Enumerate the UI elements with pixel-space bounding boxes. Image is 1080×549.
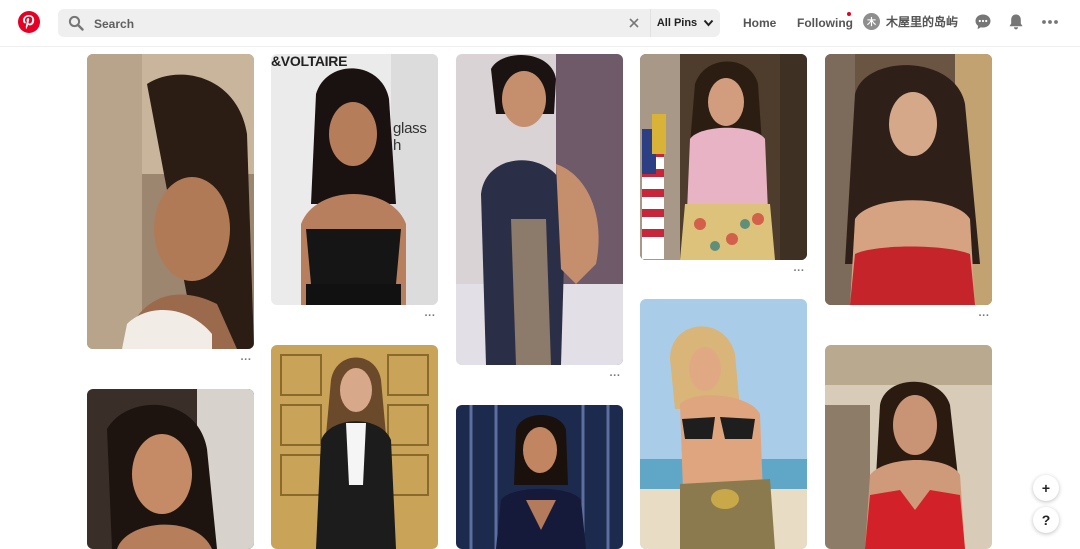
bell-icon[interactable] xyxy=(1007,13,1025,31)
close-icon[interactable] xyxy=(628,17,640,29)
pin-image[interactable] xyxy=(640,54,807,260)
pin-more-button[interactable]: ··· xyxy=(792,266,806,277)
portrait-photo xyxy=(87,54,254,349)
search-icon xyxy=(68,15,84,31)
photo-overlay-text: &VOLTAIRE xyxy=(271,54,348,69)
pin-image[interactable] xyxy=(456,405,623,549)
pin-image[interactable] xyxy=(640,299,807,549)
pinterest-logo-icon[interactable] xyxy=(18,11,40,33)
pin-image[interactable]: &VOLTAIRE glass h xyxy=(271,54,438,305)
scope-label: All Pins xyxy=(656,17,698,29)
more-icon[interactable] xyxy=(1041,13,1059,31)
chevron-down-icon xyxy=(703,19,714,27)
portrait-photo xyxy=(640,299,807,549)
profile-name: 木屋里的岛屿 xyxy=(886,15,959,29)
top-header: All Pins Home Following 木 木屋里的岛屿 xyxy=(0,0,1080,46)
avatar: 木 xyxy=(863,13,880,30)
portrait-photo xyxy=(640,54,807,260)
pin-image[interactable] xyxy=(825,345,992,549)
pin-image[interactable] xyxy=(271,345,438,549)
message-icon[interactable] xyxy=(974,13,992,31)
pin-more-button[interactable]: ··· xyxy=(608,371,622,382)
portrait-photo xyxy=(825,345,992,549)
pin-image[interactable] xyxy=(825,54,992,305)
pin-more-button[interactable]: ··· xyxy=(423,311,437,322)
scope-dropdown-button[interactable]: All Pins xyxy=(650,9,720,37)
nav-home-link[interactable]: Home xyxy=(743,16,776,30)
portrait-photo xyxy=(87,389,254,549)
portrait-photo xyxy=(271,345,438,549)
pin-image[interactable] xyxy=(87,54,254,349)
portrait-photo xyxy=(825,54,992,305)
pin-image[interactable] xyxy=(87,389,254,549)
search-input[interactable] xyxy=(92,13,616,35)
flag-shape xyxy=(642,114,666,259)
profile-button[interactable]: 木 木屋里的岛屿 xyxy=(863,13,958,30)
search-bar[interactable] xyxy=(58,9,650,37)
pin-more-button[interactable]: ··· xyxy=(977,311,991,322)
following-notification-dot xyxy=(847,12,851,16)
add-button[interactable]: + xyxy=(1033,475,1059,501)
help-button[interactable]: ? xyxy=(1033,507,1059,533)
pin-more-button[interactable]: ··· xyxy=(239,355,253,366)
portrait-photo xyxy=(271,54,438,305)
portrait-photo xyxy=(456,405,623,549)
portrait-photo xyxy=(456,54,623,365)
photo-overlay-text: glass h xyxy=(393,120,427,154)
pin-image[interactable] xyxy=(456,54,623,365)
nav-following-link[interactable]: Following xyxy=(797,16,853,30)
